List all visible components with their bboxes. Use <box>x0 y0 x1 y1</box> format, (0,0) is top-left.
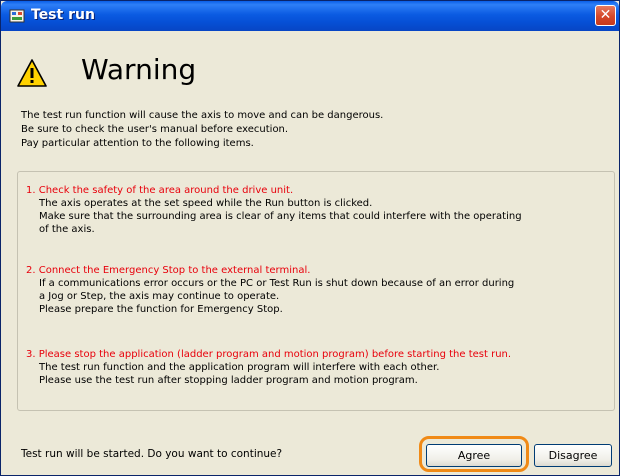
warning-item-heading: 2. Connect the Emergency Stop to the ext… <box>26 265 311 276</box>
warning-item-line: of the axis. <box>39 224 95 235</box>
disagree-button[interactable]: Disagree <box>534 444 612 467</box>
warning-items-panel: 1. Check the safety of the area around t… <box>17 171 615 411</box>
window-title: Test run <box>31 7 95 23</box>
warning-item-line: Make sure that the surrounding area is c… <box>39 211 522 222</box>
warning-item-2: 2. Connect the Emergency Stop to the ext… <box>26 264 514 316</box>
intro-line: Be sure to check the user's manual befor… <box>21 124 289 135</box>
warning-item-3: 3. Please stop the application (ladder p… <box>26 348 511 387</box>
warning-item-heading: 3. Please stop the application (ladder p… <box>26 349 512 360</box>
intro-line: The test run function will cause the axi… <box>21 110 384 121</box>
app-icon <box>9 9 25 23</box>
warning-item-line: If a communications error occurs or the … <box>39 278 515 289</box>
intro-text: The test run function will cause the axi… <box>21 109 383 151</box>
warning-heading: Warning <box>81 53 197 86</box>
intro-line: Pay particular attention to the followin… <box>21 138 254 149</box>
warning-item-line: The axis operates at the set speed while… <box>39 198 373 209</box>
warning-item-line: The test run function and the applicatio… <box>39 362 440 373</box>
title-bar[interactable]: Test run ✕ <box>1 1 619 31</box>
warning-item-line: Please prepare the function for Emergenc… <box>39 304 283 315</box>
warning-item-1: 1. Check the safety of the area around t… <box>26 184 522 236</box>
warning-icon <box>17 59 47 87</box>
agree-button[interactable]: Agree <box>426 444 522 467</box>
dialog-window: Test run ✕ Warning The test run function… <box>0 0 620 476</box>
warning-item-heading: 1. Check the safety of the area around t… <box>26 185 294 196</box>
warning-item-line: a Jog or Step, the axis may continue to … <box>39 291 280 302</box>
warning-item-line: Please use the test run after stopping l… <box>39 375 418 386</box>
confirm-prompt: Test run will be started. Do you want to… <box>21 448 283 460</box>
close-icon[interactable]: ✕ <box>595 5 616 26</box>
